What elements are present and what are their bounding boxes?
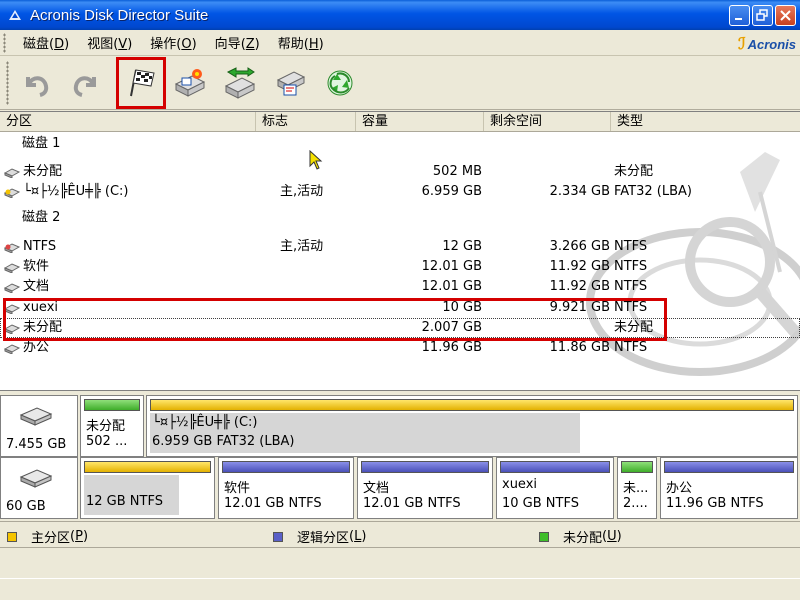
copy-partition-icon bbox=[224, 67, 256, 99]
disk-group-row[interactable]: 磁盘 1 bbox=[0, 134, 800, 154]
app-icon bbox=[9, 10, 21, 20]
disk-2-info[interactable]: 60 GB bbox=[0, 457, 78, 519]
partition-row[interactable]: 文档 12.01 GB 11.92 GB NTFS bbox=[0, 277, 800, 297]
partition-list: 分区 标志 容量 剩余空间 类型 磁盘 1 未分配 502 MB 未分配 └¤├… bbox=[0, 111, 800, 391]
minimize-button[interactable] bbox=[729, 5, 750, 26]
create-partition-button[interactable] bbox=[168, 59, 212, 107]
redo-button[interactable] bbox=[64, 59, 108, 107]
disk-1-info[interactable]: 7.455 GB bbox=[0, 395, 78, 457]
partition-row[interactable]: 办公 11.96 GB 11.86 GB NTFS bbox=[0, 338, 800, 358]
logical-bar bbox=[664, 461, 794, 473]
column-partition[interactable]: 分区 bbox=[0, 112, 256, 131]
column-free[interactable]: 剩余空间 bbox=[484, 112, 611, 131]
disk-map: 7.455 GB 未分配 502 ... └¤├½╠ÊU╪╠ (C:) 6.95… bbox=[0, 393, 800, 519]
primary-bar bbox=[84, 461, 211, 473]
unallocated-bar bbox=[621, 461, 653, 473]
minimize-icon bbox=[735, 18, 742, 20]
legend-primary: 主分区(P) bbox=[7, 527, 88, 546]
partition-icon bbox=[4, 343, 20, 354]
commit-button[interactable] bbox=[116, 57, 166, 109]
partition-row[interactable]: 未分配 502 MB 未分配 bbox=[0, 162, 800, 182]
copy-partition-button[interactable] bbox=[218, 59, 262, 107]
restore-icon bbox=[756, 9, 768, 21]
create-partition-icon bbox=[174, 69, 206, 97]
restore-button[interactable] bbox=[752, 5, 773, 26]
recover-partition-icon bbox=[276, 71, 306, 96]
disk-group-label: 磁盘 1 bbox=[22, 136, 61, 151]
redo-icon bbox=[73, 76, 96, 97]
partition-row[interactable]: 软件 12.01 GB 11.92 GB NTFS bbox=[0, 257, 800, 277]
partition-row[interactable]: └¤├½╠ÊU╪╠ (C:) 主,活动 6.959 GB 2.334 GB FA… bbox=[0, 182, 800, 202]
undo-icon bbox=[26, 76, 49, 97]
partition-row[interactable]: NTFS 主,活动 12 GB 3.266 GB NTFS bbox=[0, 237, 800, 257]
disk-1-partition-c[interactable]: └¤├½╠ÊU╪╠ (C:) 6.959 GB FAT32 (LBA) bbox=[146, 395, 798, 457]
logical-bar bbox=[500, 461, 610, 473]
menu-view[interactable]: 视图(V) bbox=[78, 33, 141, 52]
menu-operation[interactable]: 操作(O) bbox=[141, 33, 205, 52]
unallocated-bar bbox=[84, 399, 140, 411]
menu-bar: 磁盘(D) 视图(V) 操作(O) 向导(Z) 帮助(H) ℐ Acronis bbox=[0, 30, 800, 56]
logical-swatch bbox=[273, 531, 283, 542]
column-flags[interactable]: 标志 bbox=[256, 112, 356, 131]
disk-2-partition-xuexi[interactable]: xuexi 10 GB NTFS bbox=[496, 457, 614, 519]
partition-icon bbox=[4, 167, 20, 178]
disk-group-row[interactable]: 磁盘 2 bbox=[0, 208, 800, 228]
unallocated-swatch bbox=[539, 531, 549, 542]
acronis-mark-icon: ℐ bbox=[738, 36, 746, 53]
recycle-icon bbox=[327, 70, 353, 96]
disk-2-partition-unallocated[interactable]: 未... 2.... bbox=[617, 457, 657, 519]
close-button[interactable] bbox=[775, 5, 796, 26]
hard-disk-icon bbox=[19, 469, 53, 488]
window-title: Acronis Disk Director Suite bbox=[30, 6, 209, 24]
partition-icon bbox=[4, 282, 20, 293]
hard-disk-icon bbox=[19, 407, 53, 426]
mouse-cursor-icon bbox=[309, 150, 323, 170]
annotation-highlight-box bbox=[3, 298, 667, 341]
menu-disk[interactable]: 磁盘(D) bbox=[14, 33, 78, 52]
list-header: 分区 标志 容量 剩余空间 类型 bbox=[0, 112, 800, 132]
menu-wizard[interactable]: 向导(Z) bbox=[206, 33, 269, 52]
recycle-button[interactable] bbox=[318, 59, 362, 107]
primary-swatch bbox=[7, 531, 17, 542]
disk-group-label: 磁盘 2 bbox=[22, 210, 61, 225]
legend-unallocated: 未分配(U) bbox=[539, 527, 622, 546]
undo-button[interactable] bbox=[14, 59, 58, 107]
primary-bar bbox=[150, 399, 794, 411]
disk-map-row-2: 60 GB 12 GB NTFS 软件 12.01 GB NTFS 文档 12.… bbox=[0, 457, 800, 519]
disk-2-partition-ntfs[interactable]: 12 GB NTFS bbox=[80, 457, 215, 519]
primary-partition-icon bbox=[4, 187, 20, 198]
disk-1-partition-unallocated[interactable]: 未分配 502 ... bbox=[80, 395, 144, 457]
legend-logical: 逻辑分区(L) bbox=[273, 527, 366, 546]
logical-bar bbox=[222, 461, 350, 473]
disk-2-partition-software[interactable]: 软件 12.01 GB NTFS bbox=[218, 457, 354, 519]
primary-partition-icon bbox=[4, 242, 20, 253]
disk-2-partition-office[interactable]: 办公 11.96 GB NTFS bbox=[660, 457, 798, 519]
logical-bar bbox=[361, 461, 489, 473]
menu-help[interactable]: 帮助(H) bbox=[269, 33, 333, 52]
bottom-strip bbox=[0, 578, 800, 600]
recover-partition-button[interactable] bbox=[268, 59, 312, 107]
column-capacity[interactable]: 容量 bbox=[356, 112, 484, 131]
title-bar: Acronis Disk Director Suite bbox=[0, 0, 800, 30]
disk-2-partition-documents[interactable]: 文档 12.01 GB NTFS bbox=[357, 457, 493, 519]
status-bar bbox=[0, 549, 800, 578]
legend: 主分区(P) 逻辑分区(L) 未分配(U) bbox=[0, 521, 800, 548]
toolbar bbox=[0, 57, 800, 110]
menu-grip bbox=[3, 32, 6, 53]
close-icon bbox=[780, 10, 791, 21]
column-type[interactable]: 类型 bbox=[611, 112, 800, 131]
acronis-logo: ℐ Acronis bbox=[738, 36, 796, 53]
toolbar-grip bbox=[6, 61, 9, 105]
disk-map-row-1: 7.455 GB 未分配 502 ... └¤├½╠ÊU╪╠ (C:) 6.95… bbox=[0, 395, 800, 457]
partition-icon bbox=[4, 262, 20, 273]
commit-flag-icon bbox=[130, 69, 155, 97]
